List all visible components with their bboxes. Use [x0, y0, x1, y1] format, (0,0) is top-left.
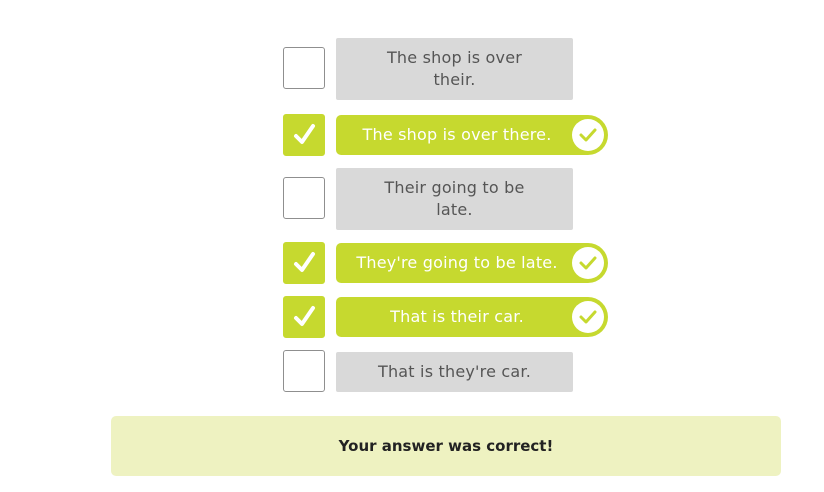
checkmark-icon	[294, 124, 315, 144]
option-checkbox[interactable]	[283, 114, 325, 156]
option-button[interactable]: The shop is over there.	[336, 115, 608, 155]
option-label: The shop is over their.	[386, 48, 523, 89]
option-label: That is their car.	[390, 307, 524, 326]
option-button[interactable]: Their going to be late.	[336, 168, 573, 230]
option-label: They're going to be late.	[356, 253, 558, 272]
option-button[interactable]: They're going to be late.	[336, 243, 608, 283]
checkmark-icon	[294, 306, 315, 326]
option-label: The shop is over there.	[362, 125, 552, 144]
feedback-banner: Your answer was correct!	[111, 416, 781, 476]
option-button[interactable]: That is their car.	[336, 297, 608, 337]
check-circle-icon	[572, 301, 604, 333]
option-button[interactable]: That is they're car.	[336, 352, 573, 392]
checkmark-icon	[294, 252, 315, 272]
option-checkbox[interactable]	[283, 350, 325, 392]
check-circle-icon	[572, 119, 604, 151]
option-checkbox[interactable]	[283, 177, 325, 219]
option-checkbox[interactable]	[283, 242, 325, 284]
option-button[interactable]: The shop is over their.	[336, 38, 573, 100]
option-checkbox[interactable]	[283, 296, 325, 338]
check-circle-icon	[572, 247, 604, 279]
option-label: Their going to be late.	[384, 178, 525, 219]
feedback-message: Your answer was correct!	[338, 437, 554, 455]
option-label: That is they're car.	[377, 362, 532, 381]
option-checkbox[interactable]	[283, 47, 325, 89]
